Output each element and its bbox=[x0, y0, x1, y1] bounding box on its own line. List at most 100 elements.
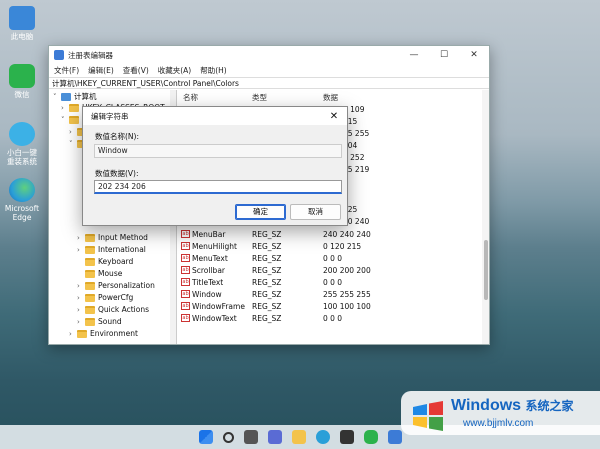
tree-node-input-method[interactable]: › Input Method bbox=[77, 232, 148, 243]
desktop-icon-label: 微信 bbox=[14, 90, 30, 99]
maximize-button[interactable]: ☐ bbox=[429, 50, 459, 60]
address-bar[interactable]: 计算机\HKEY_CURRENT_USER\Control Panel\Colo… bbox=[49, 77, 489, 89]
tree-node-mouse[interactable]: Mouse bbox=[77, 268, 122, 279]
tree-node-keyboard[interactable]: Keyboard bbox=[77, 256, 133, 267]
tree-node-environment[interactable]: › Environment bbox=[69, 328, 138, 339]
value-data: 255 255 255 bbox=[323, 289, 371, 299]
table-row[interactable]: ab Scrollbar REG_SZ 200 200 200 bbox=[177, 264, 481, 276]
close-button[interactable]: ✕ bbox=[459, 50, 489, 60]
string-value-icon: ab bbox=[181, 314, 190, 322]
window-title: 注册表编辑器 bbox=[68, 50, 113, 60]
menu-view[interactable]: 查看(V) bbox=[123, 65, 149, 76]
table-row[interactable]: ab WindowFrame REG_SZ 100 100 100 bbox=[177, 300, 481, 312]
folder-icon bbox=[85, 233, 95, 242]
search-icon[interactable] bbox=[222, 431, 234, 443]
menu-help[interactable]: 帮助(H) bbox=[200, 65, 227, 76]
folder-icon bbox=[85, 269, 95, 278]
dialog-title: 编辑字符串 bbox=[91, 111, 129, 121]
windows-logo-icon bbox=[413, 401, 443, 431]
tree-node-sound[interactable]: › Sound bbox=[77, 316, 122, 327]
desktop-icon-this-pc[interactable]: 此电脑 bbox=[4, 6, 40, 41]
folder-icon bbox=[85, 281, 95, 290]
tree-node-personalization[interactable]: › Personalization bbox=[77, 280, 155, 291]
tree-node-label: International bbox=[98, 245, 146, 254]
minimize-button[interactable]: — bbox=[399, 50, 429, 60]
value-data: 100 100 100 bbox=[323, 301, 371, 311]
folder-icon bbox=[69, 103, 79, 112]
value-type: REG_SZ bbox=[252, 277, 282, 287]
computer-icon bbox=[61, 92, 71, 101]
tree-node-label: 计算机 bbox=[74, 92, 97, 101]
edge-icon[interactable] bbox=[315, 430, 330, 444]
value-name-field[interactable]: Window bbox=[94, 144, 342, 158]
menu-bar: 文件(F) 编辑(E) 查看(V) 收藏夹(A) 帮助(H) bbox=[49, 64, 489, 77]
chevron-down-icon: ˅ bbox=[53, 92, 57, 101]
string-value-icon: ab bbox=[181, 278, 190, 286]
edge-icon bbox=[9, 178, 35, 202]
tree-node-international[interactable]: › International bbox=[77, 244, 146, 255]
cancel-button[interactable]: 取消 bbox=[290, 204, 341, 220]
tree-node-computer[interactable]: ˅ 计算机 bbox=[53, 91, 97, 102]
chevron-right-icon: › bbox=[69, 127, 72, 136]
folder-icon bbox=[85, 293, 95, 302]
ok-button[interactable]: 确定 bbox=[235, 204, 286, 220]
value-type: REG_SZ bbox=[252, 253, 282, 263]
chevron-right-icon: › bbox=[77, 317, 80, 326]
tree-node-label: Personalization bbox=[98, 281, 155, 290]
watermark-cn-text: 系统之家 bbox=[525, 399, 574, 413]
start-icon[interactable] bbox=[198, 430, 213, 444]
tree-node-label: Keyboard bbox=[98, 257, 134, 266]
store-icon[interactable] bbox=[339, 430, 354, 444]
value-name: Scrollbar bbox=[192, 265, 225, 275]
table-row[interactable]: ab MenuText REG_SZ 0 0 0 bbox=[177, 252, 481, 264]
value-type: REG_SZ bbox=[252, 229, 282, 239]
value-name: MenuText bbox=[192, 253, 228, 263]
value-name-label: 数值名称(N): bbox=[95, 132, 139, 141]
scrollbar-thumb[interactable] bbox=[484, 240, 488, 300]
task-view-icon[interactable] bbox=[243, 430, 258, 444]
string-value-icon: ab bbox=[181, 302, 190, 310]
values-scrollbar[interactable] bbox=[482, 90, 489, 344]
value-name: Window bbox=[192, 289, 222, 299]
dialog-title-bar[interactable]: 编辑字符串 ✕ bbox=[83, 107, 347, 125]
value-type: REG_SZ bbox=[252, 301, 282, 311]
chevron-right-icon: › bbox=[77, 305, 80, 314]
desktop-icon-label: 小白一键重装系统 bbox=[7, 148, 37, 166]
tree-node-hkcu[interactable]: ˅ bbox=[61, 114, 82, 125]
string-value-icon: ab bbox=[181, 290, 190, 298]
value-type: REG_SZ bbox=[252, 241, 282, 251]
value-type: REG_SZ bbox=[252, 289, 282, 299]
column-header-type[interactable]: 类型 bbox=[252, 92, 267, 103]
chevron-right-icon: › bbox=[77, 281, 80, 290]
wechat-icon[interactable] bbox=[363, 430, 378, 444]
column-header-name[interactable]: 名称 bbox=[183, 92, 198, 103]
desktop-icon-edge[interactable]: Microsoft Edge bbox=[4, 178, 40, 222]
tree-node-label: Mouse bbox=[98, 269, 123, 278]
xiaobai-icon bbox=[9, 122, 35, 146]
desktop-icon-xiaobai[interactable]: 小白一键重装系统 bbox=[4, 122, 40, 166]
value-data-field[interactable]: 202 234 206 bbox=[94, 180, 342, 194]
title-bar[interactable]: 注册表编辑器 — ☐ ✕ bbox=[49, 46, 489, 64]
table-row[interactable]: ab TitleText REG_SZ 0 0 0 bbox=[177, 276, 481, 288]
value-name: MenuHilight bbox=[192, 241, 237, 251]
tree-node-powercfg[interactable]: › PowerCfg bbox=[77, 292, 133, 303]
table-row[interactable]: ab WindowText REG_SZ 0 0 0 bbox=[177, 312, 481, 324]
dialog-close-button[interactable]: ✕ bbox=[321, 111, 347, 122]
widgets-icon[interactable] bbox=[267, 430, 282, 444]
table-row[interactable]: ab Window REG_SZ 255 255 255 bbox=[177, 288, 481, 300]
tree-node-quick-actions[interactable]: › Quick Actions bbox=[77, 304, 149, 315]
folder-icon bbox=[85, 257, 95, 266]
regedit-icon[interactable] bbox=[387, 430, 402, 444]
menu-file[interactable]: 文件(F) bbox=[54, 65, 79, 76]
folder-icon bbox=[77, 329, 87, 338]
table-row[interactable]: ab MenuHilight REG_SZ 0 120 215 bbox=[177, 240, 481, 252]
file-explorer-icon[interactable] bbox=[291, 430, 306, 444]
menu-favorites[interactable]: 收藏夹(A) bbox=[158, 65, 191, 76]
table-row[interactable]: ab MenuBar REG_SZ 240 240 240 bbox=[177, 228, 481, 240]
string-value-icon: ab bbox=[181, 266, 190, 274]
column-header-data[interactable]: 数据 bbox=[323, 92, 338, 103]
desktop-icon-wechat[interactable]: 微信 bbox=[4, 64, 40, 99]
menu-edit[interactable]: 编辑(E) bbox=[88, 65, 114, 76]
chevron-right-icon: › bbox=[77, 293, 80, 302]
watermark-brand: Windows 系统之家 bbox=[451, 397, 574, 415]
